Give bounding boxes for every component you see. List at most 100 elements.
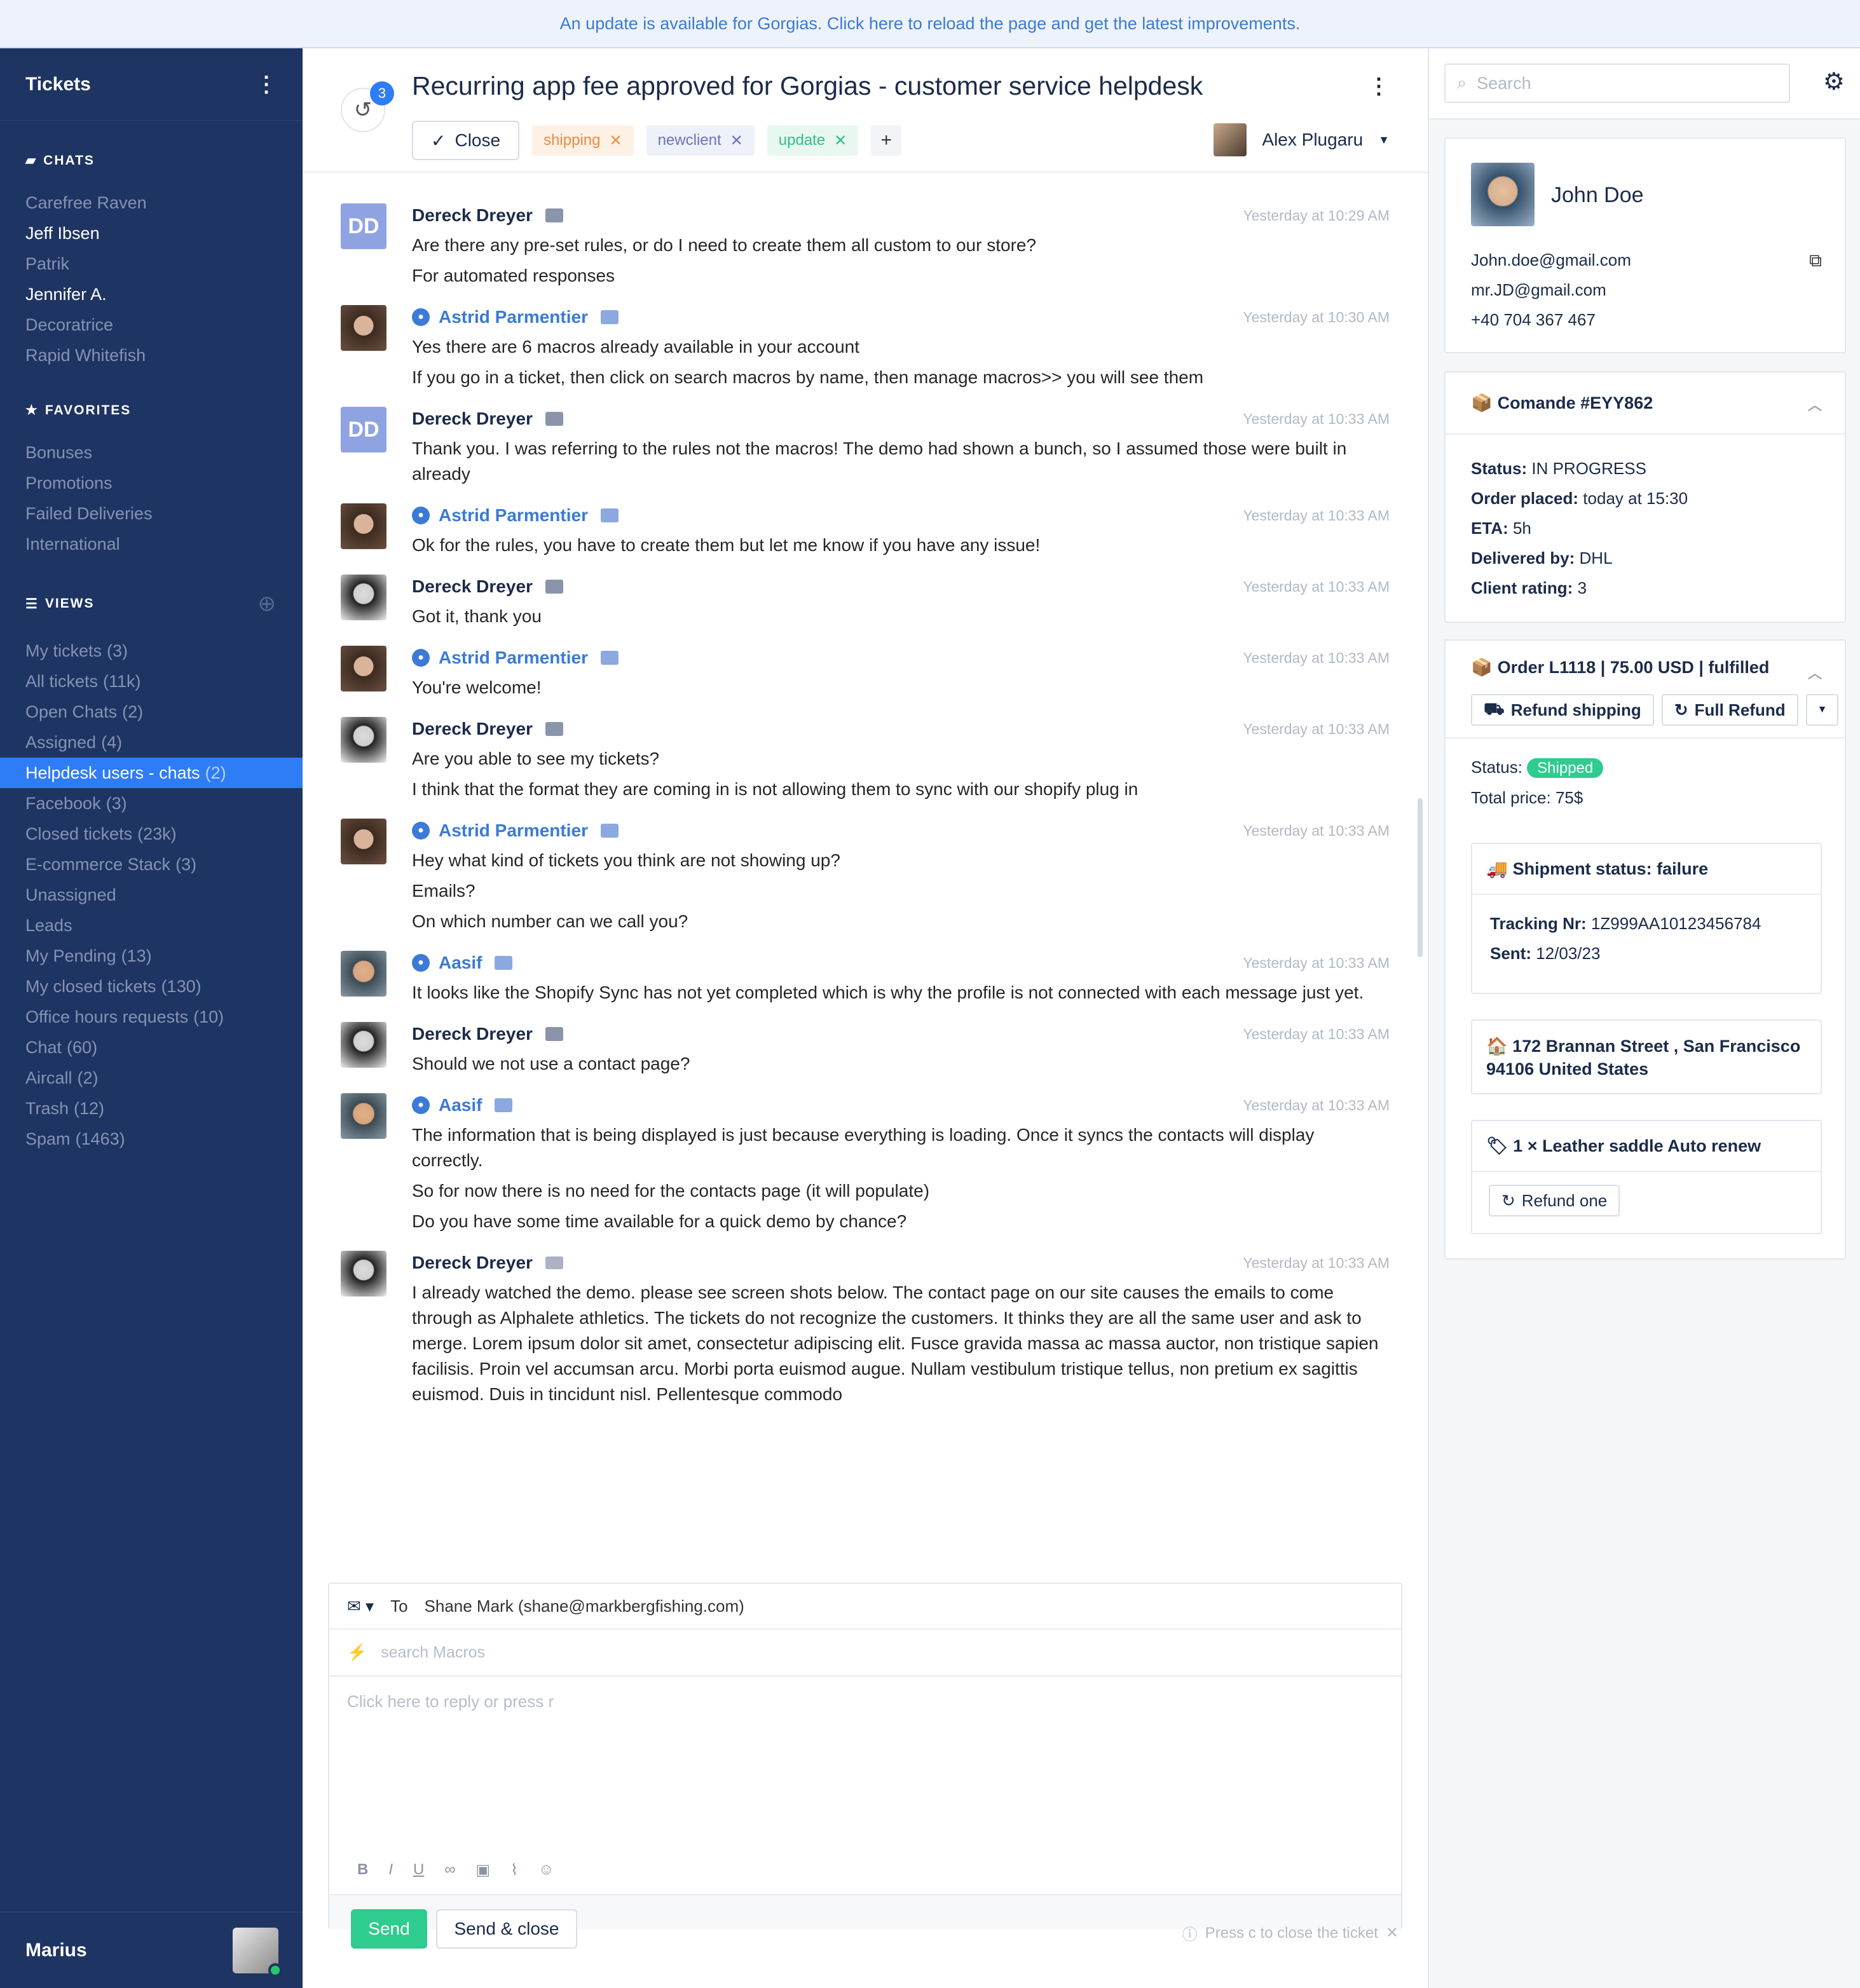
author-name[interactable]: Dereck Dreyer	[412, 719, 533, 739]
sidebar-view-item[interactable]: E-commerce Stack (3)	[0, 849, 303, 880]
sidebar-view-item[interactable]: Unassigned	[0, 880, 303, 910]
author-name[interactable]: Astrid Parmentier	[439, 648, 588, 668]
author-name[interactable]: Dereck Dreyer	[412, 576, 533, 597]
author-name[interactable]: Aasif	[439, 1095, 482, 1115]
underline-icon[interactable]: U	[413, 1861, 424, 1879]
author-avatar[interactable]	[341, 646, 386, 691]
sidebar-view-count: (3)	[106, 794, 127, 813]
sidebar-view-item[interactable]: My Pending (13)	[0, 941, 303, 971]
sidebar-chat-item[interactable]: Rapid Whitefish	[0, 340, 303, 371]
author-avatar[interactable]	[341, 717, 386, 763]
sidebar-view-item[interactable]: Trash (12)	[0, 1093, 303, 1124]
sidebar-view-item[interactable]: Spam (1463)	[0, 1124, 303, 1154]
macros-search-input[interactable]: search Macros	[381, 1644, 485, 1662]
sidebar-view-item[interactable]: Open Chats (2)	[0, 697, 303, 727]
add-view-icon[interactable]: ⊕	[258, 591, 278, 616]
sidebar-chat-item[interactable]: Carefree Raven	[0, 187, 303, 218]
author-name[interactable]: Dereck Dreyer	[412, 1024, 533, 1044]
more-actions-dropdown[interactable]: ▼	[1805, 694, 1839, 726]
author-avatar[interactable]: DD	[341, 203, 386, 249]
chevron-up-icon[interactable]: ︿	[1808, 662, 1822, 683]
sidebar-view-item[interactable]: My tickets (3)	[0, 636, 303, 666]
thread-scrollbar[interactable]	[1418, 798, 1423, 957]
refund-one-button[interactable]: ↻ Refund one	[1489, 1185, 1620, 1216]
customer-email-primary[interactable]: John.doe@gmail.com	[1471, 245, 1631, 275]
author-avatar[interactable]	[341, 1022, 386, 1068]
sidebar-chat-item[interactable]: Patrik	[0, 248, 303, 279]
assignee-dropdown[interactable]: Alex Plugaru ▼	[1214, 123, 1390, 156]
tag-chip[interactable]: newclient ✕	[646, 125, 755, 156]
sidebar-view-item[interactable]: All tickets (11k)	[0, 666, 303, 697]
author-avatar[interactable]	[341, 575, 386, 620]
sidebar-chat-item[interactable]: Jeff Ibsen	[0, 218, 303, 248]
order-l1118-header[interactable]: 📦 Order L1118 | 75.00 USD | fulfilled ︿	[1446, 641, 1845, 694]
add-tag-button[interactable]: +	[871, 125, 902, 156]
sidebar-favorite-item[interactable]: Bonuses	[0, 437, 303, 468]
sidebar-view-item[interactable]: Leads	[0, 910, 303, 941]
author-avatar[interactable]	[341, 951, 386, 997]
email-channel-icon[interactable]: ✉ ▾	[347, 1597, 374, 1616]
author-avatar[interactable]	[341, 1093, 386, 1139]
recipient-field[interactable]: Shane Mark (shane@markbergfishing.com)	[425, 1597, 744, 1616]
ticket-title[interactable]: Recurring app fee approved for Gorgias -…	[412, 71, 1203, 101]
sidebar-view-count: (2)	[77, 1068, 99, 1087]
author-avatar[interactable]	[341, 1251, 386, 1297]
current-user-avatar[interactable]	[233, 1927, 282, 1977]
gear-icon[interactable]: ⚙	[1823, 67, 1845, 96]
sidebar-view-item[interactable]: My closed tickets (130)	[0, 971, 303, 1002]
customer-email-secondary[interactable]: mr.JD@gmail.com	[1471, 275, 1631, 305]
close-ticket-button[interactable]: ✓ Close	[412, 121, 520, 160]
customer-contact-info: John.doe@gmail.com mr.JD@gmail.com +40 7…	[1471, 245, 1631, 335]
sidebar-view-item[interactable]: Closed tickets (23k)	[0, 819, 303, 849]
author-name[interactable]: Dereck Dreyer	[412, 409, 533, 429]
tracking-value[interactable]: 1Z999AA10123456784	[1591, 914, 1761, 933]
author-name[interactable]: Dereck Dreyer	[412, 205, 533, 226]
sidebar-chat-item[interactable]: Jennifer A.	[0, 279, 303, 310]
author-avatar[interactable]	[341, 503, 386, 549]
sidebar-view-item[interactable]: Office hours requests (10)	[0, 1002, 303, 1032]
emoji-icon[interactable]: ☺	[538, 1861, 554, 1879]
reply-body-input[interactable]: Click here to reply or press r	[347, 1692, 554, 1712]
message-timestamp: Yesterday at 10:33 AM	[1243, 411, 1390, 427]
remove-tag-icon[interactable]: ✕	[609, 132, 622, 150]
sidebar-view-item[interactable]: Assigned (4)	[0, 727, 303, 758]
author-name[interactable]: Dereck Dreyer	[412, 1253, 533, 1273]
image-icon[interactable]: ▣	[475, 1861, 490, 1879]
sidebar-chat-item[interactable]: Decoratrice	[0, 310, 303, 340]
refund-shipping-button[interactable]: ⛟ Refund shipping	[1471, 694, 1654, 726]
bold-icon[interactable]: B	[357, 1861, 368, 1879]
attachment-icon[interactable]: ⌇	[510, 1861, 518, 1879]
customer-phone[interactable]: +40 704 367 467	[1471, 305, 1631, 335]
sidebar-view-item[interactable]: Aircall (2)	[0, 1063, 303, 1093]
tag-chip[interactable]: shipping ✕	[532, 125, 634, 156]
author-avatar[interactable]	[341, 305, 386, 351]
sidebar-favorite-item[interactable]: International	[0, 529, 303, 559]
author-name[interactable]: Astrid Parmentier	[439, 505, 588, 526]
customer-search-input[interactable]: ⌕ Search	[1444, 64, 1790, 103]
italic-icon[interactable]: I	[388, 1861, 393, 1879]
author-name[interactable]: Astrid Parmentier	[439, 820, 588, 841]
sidebar-view-item[interactable]: Chat (60)	[0, 1032, 303, 1063]
sidebar-favorite-item[interactable]: Failed Deliveries	[0, 498, 303, 529]
link-icon[interactable]: ∞	[444, 1861, 455, 1879]
send-button[interactable]: Send	[351, 1909, 427, 1949]
update-banner[interactable]: An update is available for Gorgias. Clic…	[0, 0, 1860, 48]
order-comande-header[interactable]: 📦 Comande #EYY862 ︿	[1446, 372, 1845, 435]
dismiss-hint-icon[interactable]: ✕	[1386, 1924, 1398, 1942]
author-name[interactable]: Aasif	[439, 953, 482, 973]
author-name[interactable]: Astrid Parmentier	[439, 307, 588, 327]
tag-chip[interactable]: update ✕	[767, 125, 859, 156]
sidebar-view-item[interactable]: Helpdesk users - chats (2)	[0, 758, 303, 788]
more-vertical-icon[interactable]: ⋮	[256, 72, 277, 97]
ticket-menu-icon[interactable]: ⋮	[1368, 74, 1390, 99]
remove-tag-icon[interactable]: ✕	[730, 132, 743, 150]
remove-tag-icon[interactable]: ✕	[834, 132, 847, 150]
sidebar-favorite-item[interactable]: Promotions	[0, 468, 303, 498]
sidebar-view-item[interactable]: Facebook (3)	[0, 788, 303, 819]
chevron-up-icon[interactable]: ︿	[1808, 394, 1822, 414]
send-and-close-button[interactable]: Send & close	[436, 1909, 577, 1949]
author-avatar[interactable]: DD	[341, 407, 386, 453]
author-avatar[interactable]	[341, 819, 386, 864]
copy-icon[interactable]: ⧉	[1809, 250, 1822, 271]
full-refund-button[interactable]: ↻ Full Refund	[1661, 694, 1798, 726]
